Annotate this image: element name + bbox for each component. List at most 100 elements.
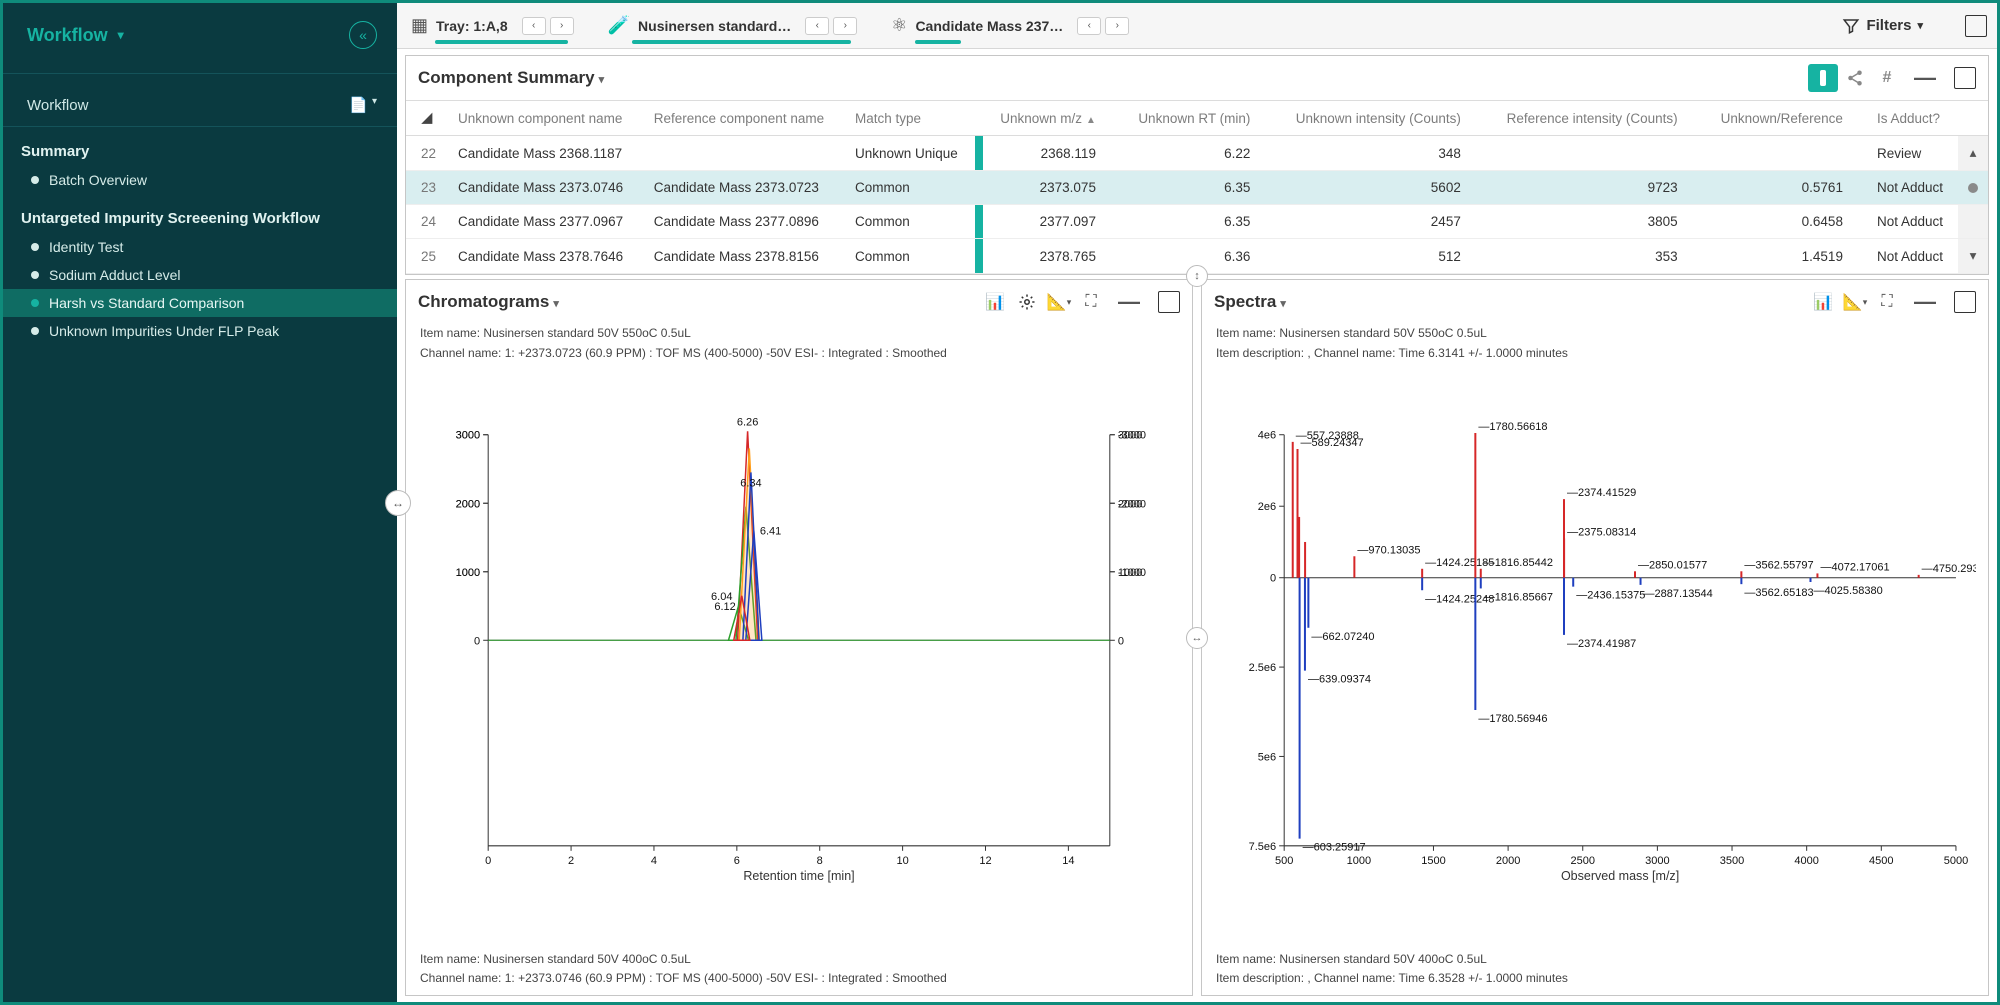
minimize-button[interactable]: — bbox=[1114, 288, 1144, 316]
sidebar-item[interactable]: Sodium Adduct Level bbox=[3, 261, 397, 289]
column-header[interactable]: Match type bbox=[845, 101, 975, 136]
scrollbar[interactable] bbox=[1958, 101, 1988, 136]
hash-icon[interactable]: # bbox=[1872, 64, 1902, 92]
svg-text:Observed mass [m/z]: Observed mass [m/z] bbox=[1561, 869, 1679, 883]
column-header[interactable]: Unknown component name bbox=[448, 101, 644, 136]
svg-text:2000: 2000 bbox=[1496, 855, 1521, 867]
prev-button[interactable]: ‹ bbox=[805, 17, 829, 35]
gear-icon[interactable] bbox=[1012, 288, 1042, 316]
svg-text:12: 12 bbox=[979, 855, 991, 867]
next-button[interactable]: › bbox=[550, 17, 574, 35]
svg-text:—639.09374: —639.09374 bbox=[1308, 674, 1371, 686]
bullet-icon bbox=[31, 176, 39, 184]
svg-text:2500: 2500 bbox=[1570, 855, 1595, 867]
column-header[interactable]: Reference intensity (Counts) bbox=[1485, 101, 1702, 136]
svg-text:—1816.85667: —1816.85667 bbox=[1484, 592, 1553, 604]
sidebar-item[interactable]: Batch Overview bbox=[3, 166, 397, 194]
svg-text:0: 0 bbox=[485, 855, 491, 867]
breadcrumb-bar: ▦ Tray: 1:A,8 ‹ › 🧪 Nusinersen standard…… bbox=[397, 3, 1997, 49]
breadcrumb[interactable]: 🧪 Nusinersen standard… ‹ › bbox=[604, 15, 862, 36]
scrollbar[interactable] bbox=[1958, 171, 1988, 205]
svg-text:0: 0 bbox=[1270, 573, 1276, 585]
sidebar-splitter[interactable]: ↔ bbox=[385, 490, 411, 516]
svg-text:—589.24347: —589.24347 bbox=[1301, 437, 1364, 449]
column-header[interactable]: Unknown RT (min) bbox=[1120, 101, 1274, 136]
svg-text:—603.25917: —603.25917 bbox=[1303, 842, 1366, 854]
filters-button[interactable]: Filters ▾ bbox=[1834, 13, 1931, 39]
bullet-icon bbox=[31, 271, 39, 279]
sidebar-item[interactable]: Harsh vs Standard Comparison bbox=[3, 289, 397, 317]
pin-icon[interactable]: 📄▾ bbox=[349, 96, 377, 114]
spectra-panel: Spectra▾ 📊 📐▾ ⛶ — Item name: Nusinersen … bbox=[1201, 279, 1989, 996]
next-button[interactable]: › bbox=[833, 17, 857, 35]
maximize-button[interactable] bbox=[1158, 291, 1180, 313]
svg-text:—1780.56618: —1780.56618 bbox=[1478, 421, 1547, 433]
panel-title-chrom[interactable]: Chromatograms▾ bbox=[418, 292, 559, 312]
minimize-button[interactable]: — bbox=[1910, 288, 1940, 316]
minimize-button[interactable]: — bbox=[1910, 64, 1940, 92]
spectra-chart[interactable]: 02e64e62.5e65e67.5e650010001500200025003… bbox=[1214, 369, 1976, 942]
column-header[interactable]: Unknown intensity (Counts) bbox=[1274, 101, 1484, 136]
svg-text:3500: 3500 bbox=[1720, 855, 1745, 867]
vertical-splitter[interactable]: ↔ bbox=[1186, 627, 1208, 649]
workflow-section-label: Workflow bbox=[27, 97, 88, 114]
sidebar-item[interactable]: Identity Test bbox=[3, 233, 397, 261]
prev-button[interactable]: ‹ bbox=[522, 17, 546, 35]
fullscreen-icon[interactable]: ⛶ bbox=[1076, 288, 1106, 316]
scrollbar[interactable]: ▾ bbox=[1958, 239, 1988, 274]
breadcrumb[interactable]: ▦ Tray: 1:A,8 ‹ › bbox=[407, 15, 578, 36]
breadcrumb[interactable]: ⚛ Candidate Mass 237… ‹ › bbox=[887, 15, 1133, 36]
sidebar-item[interactable]: Unknown Impurities Under FLP Peak bbox=[3, 317, 397, 345]
chromatograms-panel: Chromatograms▾ 📊 📐▾ ⛶ — Item name: bbox=[405, 279, 1193, 996]
select-all-header[interactable]: ◢ bbox=[406, 101, 448, 136]
panel-title-summary[interactable]: Component Summary▾ bbox=[418, 68, 604, 88]
table-row[interactable]: 24Candidate Mass 2377.0967Candidate Mass… bbox=[406, 205, 1988, 239]
maximize-main-button[interactable] bbox=[1965, 15, 1987, 37]
svg-text:2.5e6: 2.5e6 bbox=[1249, 662, 1277, 674]
svg-text:-2000: -2000 bbox=[1118, 498, 1146, 510]
svg-text:1500: 1500 bbox=[1421, 855, 1446, 867]
svg-text:—3562.55797: —3562.55797 bbox=[1744, 559, 1813, 571]
sample-icon: 🧪 bbox=[608, 15, 630, 36]
column-header[interactable]: Unknown/Reference bbox=[1702, 101, 1867, 136]
axes-icon[interactable]: 📐▾ bbox=[1044, 288, 1074, 316]
maximize-button[interactable] bbox=[1954, 67, 1976, 89]
column-header[interactable]: Reference component name bbox=[644, 101, 845, 136]
scrollbar[interactable] bbox=[1958, 205, 1988, 239]
peaks-icon[interactable]: 📊 bbox=[1808, 288, 1838, 316]
svg-text:4500: 4500 bbox=[1869, 855, 1894, 867]
next-button[interactable]: › bbox=[1105, 17, 1129, 35]
scrollbar[interactable]: ▴ bbox=[1958, 136, 1988, 171]
fullscreen-icon[interactable]: ⛶ bbox=[1872, 288, 1902, 316]
chromatogram-chart[interactable]: 001000100020002000300030001000-10002000-… bbox=[418, 369, 1180, 942]
sidebar-title[interactable]: Workflow ▾ bbox=[27, 25, 124, 46]
peaks-icon[interactable]: 📊 bbox=[980, 288, 1010, 316]
bullet-icon bbox=[31, 243, 39, 251]
panel-title-spectra[interactable]: Spectra▾ bbox=[1214, 292, 1286, 312]
svg-text:—2850.01577: —2850.01577 bbox=[1638, 559, 1707, 571]
component-icon: ⚛ bbox=[891, 15, 907, 36]
collapse-sidebar-button[interactable]: « bbox=[349, 21, 377, 49]
svg-text:10: 10 bbox=[896, 855, 908, 867]
view-vials-button[interactable] bbox=[1808, 64, 1838, 92]
svg-text:500: 500 bbox=[1275, 855, 1293, 867]
svg-text:3000: 3000 bbox=[1645, 855, 1670, 867]
tray-icon: ▦ bbox=[411, 15, 428, 36]
svg-text:—2436.15375: —2436.15375 bbox=[1576, 590, 1645, 602]
maximize-button[interactable] bbox=[1954, 291, 1976, 313]
svg-text:6: 6 bbox=[734, 855, 740, 867]
table-row[interactable]: 22Candidate Mass 2368.1187Unknown Unique… bbox=[406, 136, 1988, 171]
summary-table[interactable]: ◢Unknown component nameReference compone… bbox=[406, 100, 1988, 274]
spectra-header-item: Item name: Nusinersen standard 50V 550oC… bbox=[1202, 324, 1988, 344]
column-header[interactable]: Is Adduct? bbox=[1867, 101, 1958, 136]
chrom-header-channel: Channel name: 1: +2373.0723 (60.9 PPM) :… bbox=[406, 344, 1192, 364]
axes-icon[interactable]: 📐▾ bbox=[1840, 288, 1870, 316]
svg-text:—4072.17061: —4072.17061 bbox=[1820, 562, 1889, 574]
horizontal-splitter[interactable]: ↕ bbox=[1186, 265, 1208, 287]
table-row[interactable]: 23Candidate Mass 2373.0746Candidate Mass… bbox=[406, 171, 1988, 205]
prev-button[interactable]: ‹ bbox=[1077, 17, 1101, 35]
sidebar-item-label: Sodium Adduct Level bbox=[49, 267, 181, 283]
share-icon[interactable] bbox=[1840, 64, 1870, 92]
svg-text:—2374.41529: —2374.41529 bbox=[1567, 487, 1636, 499]
column-header[interactable]: Unknown m/z▲ bbox=[983, 101, 1120, 136]
